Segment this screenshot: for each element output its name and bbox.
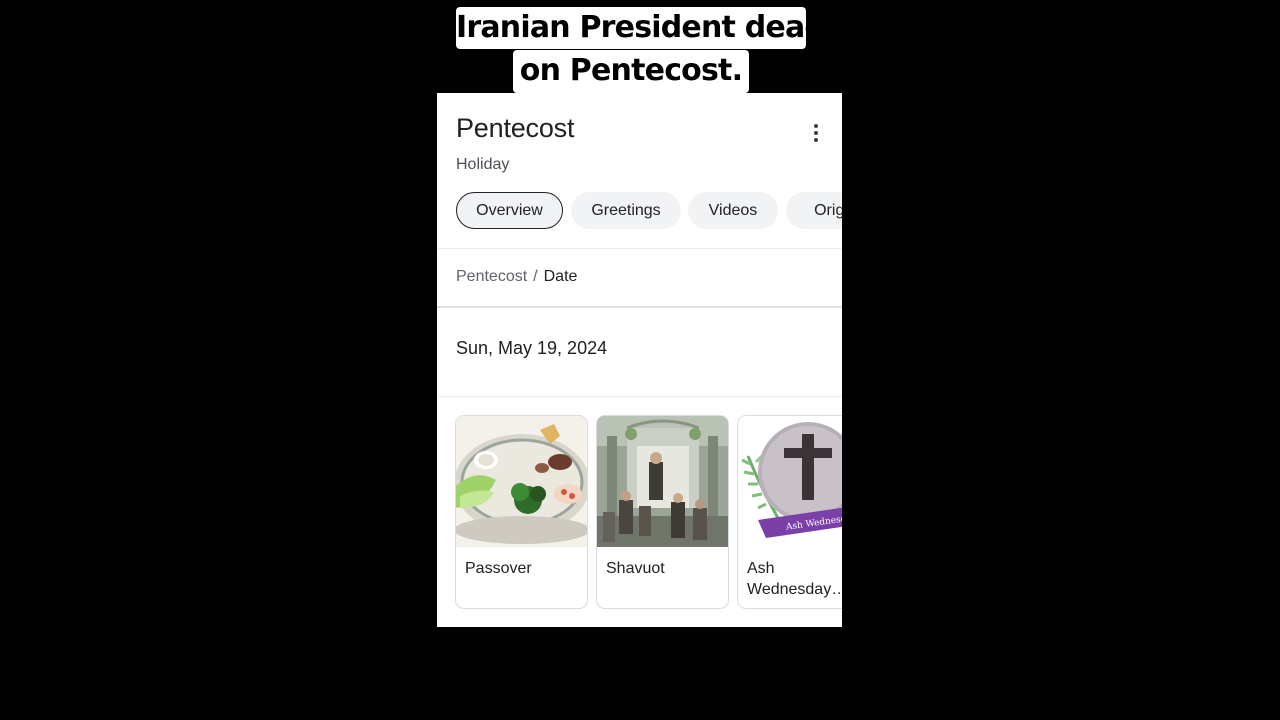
chip-videos[interactable]: Videos xyxy=(688,192,778,229)
related-card-label: Passover xyxy=(465,560,532,577)
chip-origin[interactable]: Origi xyxy=(786,192,842,229)
knowledge-panel: Pentecost Holiday Overview Greetings Vid… xyxy=(437,93,842,627)
caption-line-1: Iranian President dead xyxy=(456,7,826,49)
divider xyxy=(437,306,842,308)
holiday-date: Sun, May 19, 2024 xyxy=(456,338,608,358)
breadcrumb-separator: / xyxy=(533,268,538,285)
divider xyxy=(437,248,842,249)
related-card-shavuot[interactable]: Shavuot xyxy=(596,415,729,609)
more-vert-icon[interactable] xyxy=(807,121,825,145)
ash-wednesday-cross-image: Ash Wednesday xyxy=(738,416,842,547)
chip-greetings[interactable]: Greetings xyxy=(571,192,681,229)
seder-plate-image xyxy=(456,416,587,547)
related-card-passover[interactable]: Passover xyxy=(455,415,588,609)
breadcrumb: Pentecost / Date xyxy=(456,268,577,286)
related-card-ash-wednesday[interactable]: Ash Wednesday Ash Wednesday… xyxy=(737,415,842,609)
panel-subtitle: Holiday xyxy=(456,156,510,173)
chip-overview[interactable]: Overview xyxy=(456,192,563,229)
panel-title: Pentecost xyxy=(456,113,575,143)
breadcrumb-current: Date xyxy=(543,268,578,285)
caption-line-2: on Pentecost. xyxy=(513,50,749,93)
breadcrumb-parent[interactable]: Pentecost xyxy=(456,268,527,285)
related-card-label: Shavuot xyxy=(606,560,665,577)
shavuot-painting-image xyxy=(597,416,728,547)
related-card-label: Ash Wednesday… xyxy=(747,560,842,598)
divider xyxy=(437,396,842,397)
